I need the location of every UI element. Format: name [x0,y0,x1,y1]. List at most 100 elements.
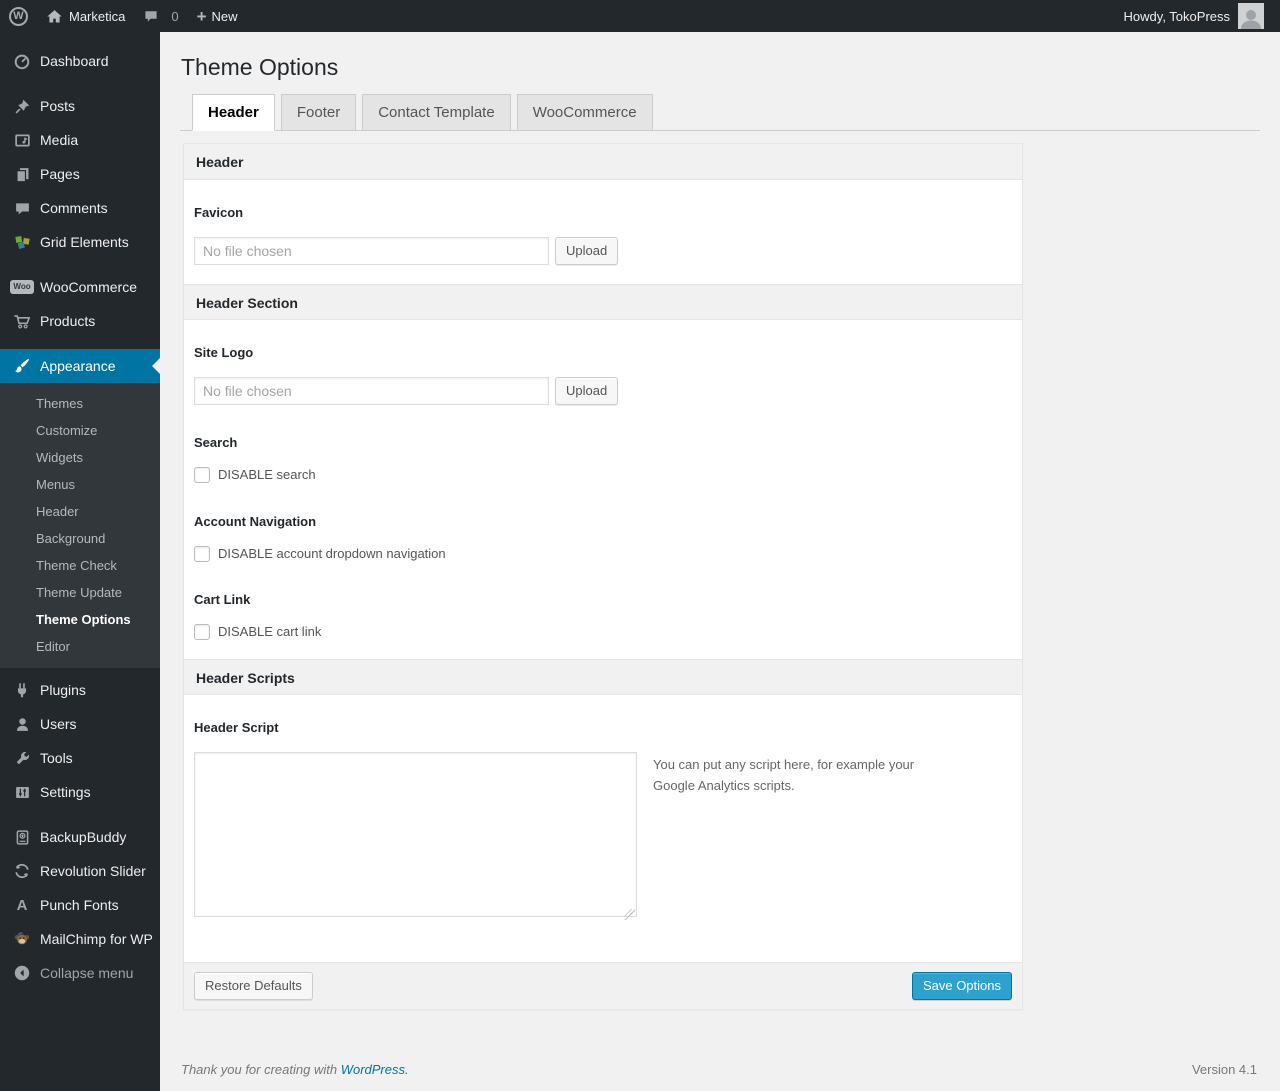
sidebar-item-products[interactable]: Products [0,304,160,338]
submenu-item-menus[interactable]: Menus [0,471,160,498]
submenu-item-themes[interactable]: Themes [0,390,160,417]
plus-icon: + [196,6,207,26]
pin-icon [12,96,32,116]
wordpress-menu[interactable]: W [0,0,37,32]
sidebar-item-pages[interactable]: Pages [0,157,160,191]
sidebar-item-comments[interactable]: Comments [0,191,160,225]
sidebar-label: Punch Fonts [40,897,119,913]
plug-icon [12,680,32,700]
site-name-label: Marketica [69,8,126,24]
appearance-submenu: Themes Customize Widgets Menus Header Ba… [0,383,160,668]
dashboard-icon [12,51,32,71]
disable-account-nav-checkbox[interactable] [194,546,210,562]
comments-shortcut[interactable]: 0 [134,0,187,32]
sidebar-item-revolution-slider[interactable]: Revolution Slider [0,854,160,888]
submenu-item-editor[interactable]: Editor [0,633,160,660]
header-script-label: Header Script [194,720,279,735]
sidebar-label: WooCommerce [40,279,137,295]
disable-account-nav-checkbox-label[interactable]: DISABLE account dropdown navigation [218,546,446,562]
search-label: Search [194,435,238,450]
cart-icon [12,311,32,331]
tab-bar: Header Footer Contact Template WooCommer… [180,94,1260,131]
footer-thanks-prefix: Thank you for creating with [181,1062,341,1077]
wordpress-link[interactable]: WordPress. [341,1062,409,1077]
submenu-item-background[interactable]: Background [0,525,160,552]
media-icon [12,130,32,150]
disable-search-checkbox[interactable] [194,467,210,483]
sidebar-label: BackupBuddy [40,829,127,845]
site-logo-file-input[interactable] [194,377,549,405]
sidebar-item-tools[interactable]: Tools [0,741,160,775]
woocommerce-icon: Woo [10,277,34,297]
collapse-arrow-icon [12,963,32,983]
sidebar-item-grid-elements[interactable]: Grid Elements [0,225,160,259]
comment-icon [12,198,32,218]
sidebar-item-plugins[interactable]: Plugins [0,673,160,707]
site-name-link[interactable]: Marketica [37,0,134,32]
submenu-item-widgets[interactable]: Widgets [0,444,160,471]
sidebar-item-media[interactable]: Media [0,123,160,157]
collapse-menu-button[interactable]: Collapse menu [0,956,160,990]
main-content: Theme Options Header Footer Contact Temp… [160,32,1280,1091]
paintbrush-icon [12,356,32,376]
admin-sidebar: Dashboard Posts Media Pages Comments Gri… [0,32,160,1091]
sidebar-label: Dashboard [40,53,109,69]
site-logo-label: Site Logo [194,345,254,360]
save-options-button[interactable]: Save Options [911,972,1012,1000]
collapse-menu-label: Collapse menu [40,965,134,981]
site-logo-upload-button[interactable]: Upload [555,377,619,405]
sidebar-item-mailchimp[interactable]: MailChimp for WP [0,922,160,956]
section-header-scripts-title: Header Scripts [184,659,1022,695]
refresh-icon [12,861,32,881]
account-menu[interactable]: Howdy, TokoPress [1115,0,1273,32]
header-script-textarea[interactable] [194,752,637,917]
disable-cart-link-checkbox-label[interactable]: DISABLE cart link [218,624,321,640]
options-panel: Header Favicon Upload Header Section Sit… [183,143,1023,1010]
avatar [1238,3,1264,29]
submenu-item-customize[interactable]: Customize [0,417,160,444]
sidebar-item-users[interactable]: Users [0,707,160,741]
favicon-upload-button[interactable]: Upload [555,237,619,265]
submenu-item-theme-update[interactable]: Theme Update [0,579,160,606]
backup-icon [12,827,32,847]
sidebar-item-backupbuddy[interactable]: BackupBuddy [0,820,160,854]
sliders-icon [12,782,32,802]
sidebar-item-dashboard[interactable]: Dashboard [0,44,160,78]
comment-bubble-icon [143,8,159,24]
sidebar-label: Tools [40,750,73,766]
tab-header[interactable]: Header [192,94,275,131]
disable-cart-link-checkbox[interactable] [194,624,210,640]
wordpress-logo-icon: W [9,6,28,26]
sidebar-label: Posts [40,98,76,114]
sidebar-label: Media [40,132,79,148]
panel-footer: Restore Defaults Save Options [184,962,1022,1009]
tab-woocommerce[interactable]: WooCommerce [516,94,653,131]
sidebar-item-settings[interactable]: Settings [0,775,160,809]
page-title: Theme Options [181,54,339,80]
submenu-item-theme-check[interactable]: Theme Check [0,552,160,579]
pages-icon [12,164,32,184]
submenu-item-theme-options[interactable]: Theme Options [0,606,160,633]
restore-defaults-button[interactable]: Restore Defaults [194,972,313,1000]
user-icon [12,714,32,734]
disable-search-checkbox-label[interactable]: DISABLE search [218,467,316,483]
new-content-menu[interactable]: + New [188,0,247,32]
sidebar-item-posts[interactable]: Posts [0,89,160,123]
sidebar-item-punch-fonts[interactable]: A Punch Fonts [0,888,160,922]
sidebar-label: Pages [40,166,80,182]
footer-thanks-text: Thank you for creating with WordPress. [181,1062,409,1077]
cart-link-label: Cart Link [194,592,251,607]
favicon-file-input[interactable] [194,237,549,265]
tab-footer[interactable]: Footer [280,94,357,131]
wrench-icon [12,748,32,768]
home-icon [46,8,63,25]
submenu-item-header[interactable]: Header [0,498,160,525]
sidebar-label: Settings [40,784,91,800]
sidebar-item-appearance[interactable]: Appearance [0,349,160,383]
tab-contact-template[interactable]: Contact Template [362,94,511,131]
header-script-help-text: You can put any script here, for example… [653,757,915,794]
footer-version: Version 4.1 [1191,1062,1257,1077]
sidebar-label: Revolution Slider [40,863,146,879]
sidebar-item-woocommerce[interactable]: Woo WooCommerce [0,270,160,304]
monkey-icon [12,929,32,949]
